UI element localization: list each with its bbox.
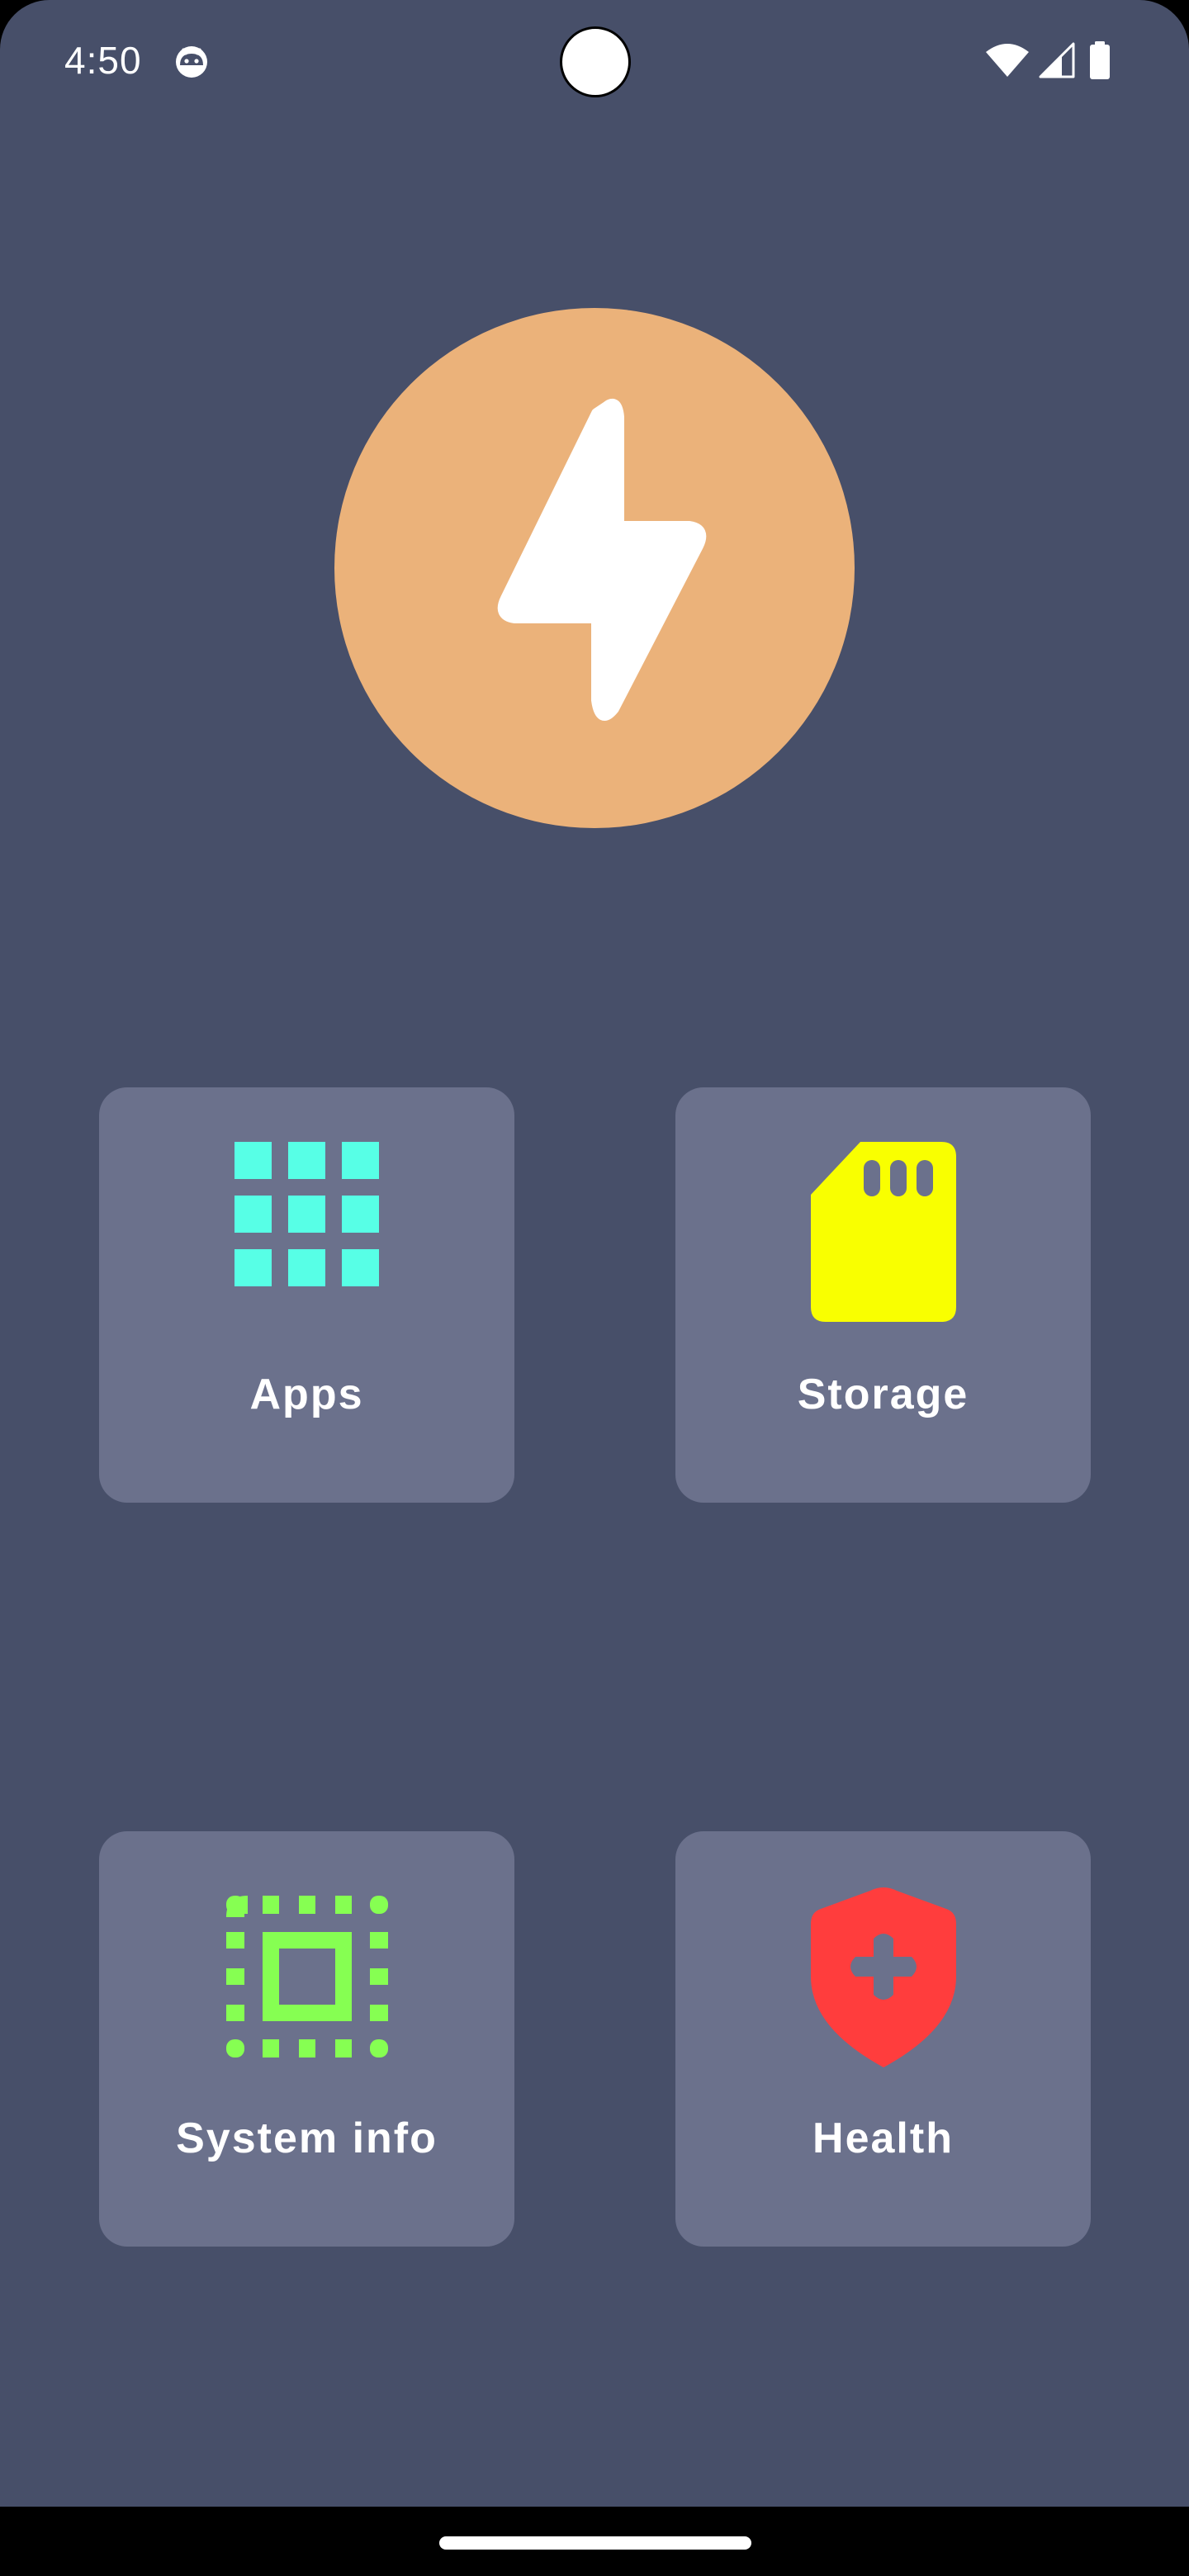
lightning-bolt-icon [497, 399, 707, 721]
home-screen: 4:50 Apps Storage System info Health [0, 0, 1189, 2507]
navigation-bar [0, 2507, 1189, 2576]
storage-tile[interactable]: Storage [675, 1087, 1091, 1503]
storage-label: Storage [797, 1371, 969, 1418]
status-icons [984, 38, 1116, 83]
android-robot-icon [176, 46, 207, 78]
system-info-tile[interactable]: System info [99, 1831, 514, 2247]
health-tile[interactable]: Health [675, 1831, 1091, 2247]
health-label: Health [812, 2114, 954, 2162]
status-time: 4:50 [64, 39, 142, 82]
battery-icon [1090, 41, 1110, 79]
cpu-chip-icon [225, 1896, 388, 2057]
health-shield-icon [810, 1887, 956, 2067]
camera-cutout [560, 26, 631, 97]
system-info-label: System info [176, 2114, 438, 2162]
apps-label: Apps [249, 1371, 364, 1418]
wifi-icon [986, 44, 1029, 77]
cellular-signal-icon [1039, 42, 1075, 78]
sd-card-icon [810, 1142, 956, 1322]
apps-grid-icon [234, 1142, 379, 1286]
apps-tile[interactable]: Apps [99, 1087, 514, 1503]
hero-power-button[interactable] [334, 308, 855, 828]
home-gesture-handle[interactable] [439, 2536, 751, 2550]
